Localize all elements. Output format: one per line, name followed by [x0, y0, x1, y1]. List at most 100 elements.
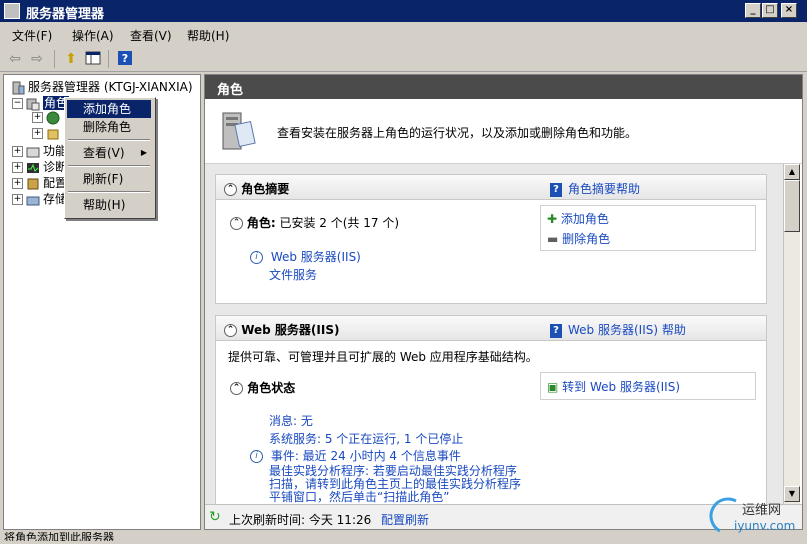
pane-header-title: 角色	[217, 83, 244, 98]
menu-bar: 文件(F) 操作(A) 查看(V) 帮助(H)	[0, 22, 807, 46]
expand-icon[interactable]: +	[32, 128, 43, 139]
close-button[interactable]: ×	[781, 3, 797, 18]
tree-root-label: 服务器管理器 (KTGJ-XIANXIA)	[28, 80, 193, 94]
watermark-cn: 运维网	[742, 503, 782, 518]
roles-icon	[26, 97, 40, 111]
expand-icon[interactable]: +	[12, 194, 23, 205]
server-manager-icon	[4, 3, 20, 19]
roles-summary-help-label: 角色摘要帮助	[568, 182, 641, 196]
web-server-title: Web 服务器(IIS)	[241, 323, 340, 337]
collapse-section-icon[interactable]: ⌃	[224, 183, 237, 196]
help-icon[interactable]: ?	[116, 50, 134, 68]
minimize-button[interactable]: _	[745, 3, 761, 18]
role-status-title: 角色状态	[247, 381, 296, 395]
maximize-button[interactable]: □	[762, 3, 778, 18]
expand-icon[interactable]: +	[12, 146, 23, 157]
menu-separator	[68, 165, 150, 167]
help-icon: ?	[550, 323, 562, 338]
pane-intro: 查看安装在服务器上角色的运行状况，以及添加或删除角色和功能。	[205, 99, 802, 164]
role-item-web: i Web 服务器(IIS)	[250, 248, 361, 265]
scroll-up-icon[interactable]: ▲	[784, 164, 800, 180]
storage-icon	[26, 193, 40, 207]
roles-summary-header: ⌃ 角色摘要 ? 角色摘要帮助	[216, 175, 766, 200]
role-link-file-services[interactable]: 文件服务	[269, 266, 317, 283]
roles-pane: 角色 查看安装在服务器上角色的运行状况，以及添加或删除角色和功能。 ⌃ 角色摘要…	[204, 74, 803, 530]
context-help[interactable]: 帮助(H)	[67, 196, 151, 214]
menu-file[interactable]: 文件(F)	[12, 27, 52, 44]
context-refresh[interactable]: 刷新(F)	[67, 170, 151, 188]
tree-item-configuration[interactable]: + 配置	[12, 174, 67, 190]
help-icon: ?	[550, 182, 562, 197]
tree-item-roles[interactable]: − 角色	[12, 94, 70, 111]
roles-count-row: ⌃ 角色: 已安装 2 个(共 17 个)	[230, 214, 399, 231]
menu-view[interactable]: 查看(V)	[130, 27, 172, 44]
show-hide-tree-icon[interactable]	[84, 50, 102, 68]
system-services-status[interactable]: 系统服务: 5 个正在运行, 1 个已停止	[269, 430, 463, 447]
configuration-icon	[26, 177, 40, 191]
title-bar: 服务器管理器 _ □ ×	[0, 0, 807, 22]
menu-action[interactable]: 操作(A)	[72, 27, 114, 44]
tree-root[interactable]: 服务器管理器 (KTGJ-XIANXIA)	[8, 78, 193, 94]
expand-icon[interactable]: +	[12, 162, 23, 173]
collapse-section-icon[interactable]: ⌃	[230, 217, 243, 230]
forward-icon[interactable]: ⇨	[28, 50, 46, 68]
context-view-label: 查看(V)	[83, 146, 125, 160]
collapse-section-icon[interactable]: ⌃	[230, 382, 243, 395]
goto-web-server-action[interactable]: ▣ 转到 Web 服务器(IIS)	[547, 378, 680, 395]
expand-icon[interactable]: +	[32, 112, 43, 123]
add-roles-label: 添加角色	[560, 212, 609, 226]
goto-web-server-label: 转到 Web 服务器(IIS)	[562, 380, 681, 394]
role-status-title-row: ⌃ 角色状态	[230, 379, 295, 396]
web-server-actions: ▣ 转到 Web 服务器(IIS)	[540, 372, 756, 400]
menu-help[interactable]: 帮助(H)	[187, 27, 229, 44]
toolbar-separator	[108, 50, 109, 68]
info-icon: i	[250, 251, 263, 264]
vertical-scrollbar[interactable]: ▲ ▼	[783, 164, 800, 504]
context-add-role[interactable]: 添加角色	[67, 100, 151, 118]
web-server-title-wrap: ⌃ Web 服务器(IIS)	[224, 321, 339, 338]
add-roles-action[interactable]: ✚ 添加角色	[547, 210, 609, 227]
remove-roles-label: 删除角色	[562, 232, 611, 246]
messages-status[interactable]: 消息: 无	[269, 412, 313, 429]
globe-icon	[46, 111, 60, 125]
role-link-web-server[interactable]: Web 服务器(IIS)	[271, 250, 361, 264]
roles-summary-help-link[interactable]: ? 角色摘要帮助	[550, 180, 640, 197]
expand-icon[interactable]: +	[12, 178, 23, 189]
features-icon	[26, 145, 40, 159]
roles-label: 角色:	[246, 216, 276, 230]
web-server-header: ⌃ Web 服务器(IIS) ? Web 服务器(IIS) 帮助	[216, 316, 766, 341]
roles-summary-actions: ✚ 添加角色 ▬ 删除角色	[540, 205, 756, 251]
tree-item-web-server[interactable]: +	[32, 110, 63, 126]
tree-item-storage[interactable]: + 存储	[12, 190, 67, 206]
menu-separator	[68, 139, 150, 141]
up-folder-icon[interactable]: ⬆	[62, 50, 80, 68]
bpa-status[interactable]: 最佳实践分析程序: 若要启动最佳实践分析程序 扫描，请转到此角色主页上的最佳实践…	[269, 465, 521, 504]
tree-item-features[interactable]: + 功能	[12, 142, 67, 158]
bpa-line-3: 平铺窗口，然后单击“扫描此角色”	[269, 490, 450, 504]
context-remove-role[interactable]: 删除角色	[67, 118, 151, 136]
events-row: i 事件: 最近 24 小时内 4 个信息事件	[250, 447, 461, 464]
tree-item-file-services[interactable]: +	[32, 126, 63, 142]
remove-roles-action[interactable]: ▬ 删除角色	[547, 230, 610, 247]
scroll-thumb[interactable]	[784, 180, 800, 232]
collapse-section-icon[interactable]: ⌃	[224, 324, 237, 337]
server-roles-icon	[219, 109, 257, 153]
toolbar-separator	[54, 50, 55, 68]
diagnostics-icon	[26, 161, 40, 175]
roles-summary-section: ⌃ 角色摘要 ? 角色摘要帮助 ⌃ 角色: 已安装 2 个(共 17 个) i W…	[215, 174, 767, 304]
toolbar: ⇦ ⇨ ⬆ ?	[0, 46, 807, 72]
status-text: 将角色添加到此服务器	[4, 532, 114, 541]
events-status[interactable]: 事件: 最近 24 小时内 4 个信息事件	[271, 449, 461, 463]
server-icon	[11, 81, 25, 95]
collapse-icon[interactable]: −	[12, 98, 23, 109]
pane-header: 角色	[205, 75, 802, 99]
roles-summary-title-wrap: ⌃ 角色摘要	[224, 180, 289, 197]
refresh-icon[interactable]: ↻	[209, 509, 221, 525]
configure-refresh-link[interactable]: 配置刷新	[381, 511, 429, 528]
context-view[interactable]: 查看(V) ▶	[67, 144, 151, 162]
web-server-help-link[interactable]: ? Web 服务器(IIS) 帮助	[550, 321, 686, 338]
tree-item-diagnostics[interactable]: + 诊断	[12, 158, 67, 174]
back-icon[interactable]: ⇦	[6, 50, 24, 68]
web-server-help-label: Web 服务器(IIS) 帮助	[568, 323, 686, 337]
svg-text:?: ?	[122, 52, 128, 65]
